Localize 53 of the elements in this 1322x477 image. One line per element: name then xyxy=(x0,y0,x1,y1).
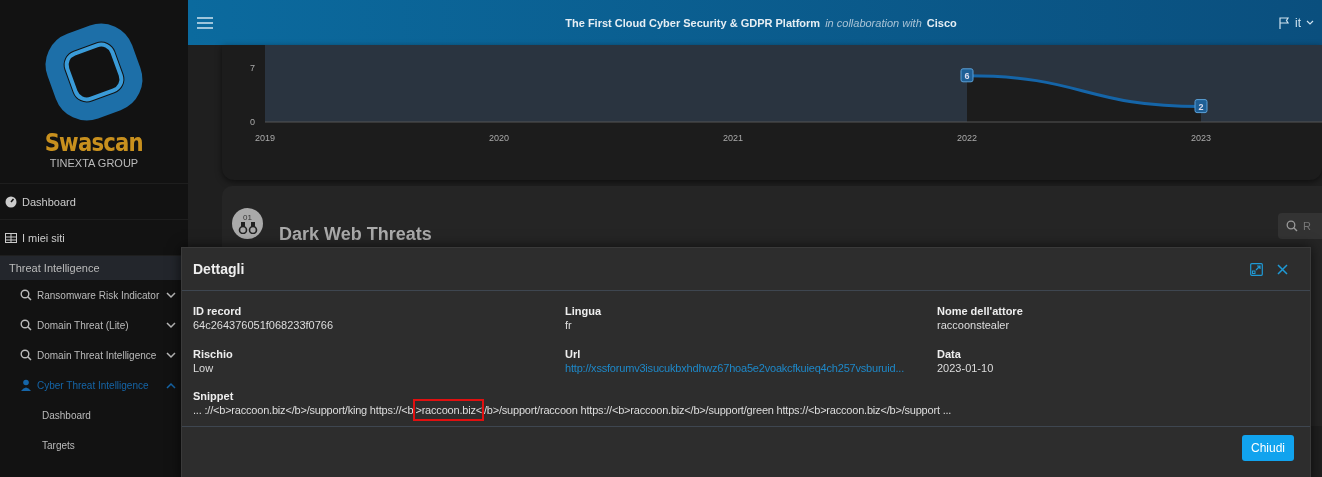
chevron-icon xyxy=(166,351,176,359)
user-icon xyxy=(20,379,32,391)
data-label: 6 xyxy=(964,70,970,81)
close-icon[interactable] xyxy=(1277,263,1288,275)
field-value: Low xyxy=(193,360,215,376)
grid-icon xyxy=(5,232,17,243)
section-title: Dark Web Threats xyxy=(279,224,433,245)
field-value: raccoonstealer xyxy=(937,318,1011,333)
search-icon xyxy=(20,289,32,301)
field-label: Lingua xyxy=(565,304,603,319)
partner-name: Cisco xyxy=(926,16,957,29)
chevron-icon xyxy=(166,381,176,389)
x-tick-label: 2022 xyxy=(957,133,977,143)
y-tick-label: 7 xyxy=(250,63,255,74)
sidebar-item[interactable]: Ransomware Risk Indicator xyxy=(0,280,188,310)
field-label: Nome dell'attore xyxy=(937,304,1024,319)
logo-subtitle: TINEXTA GROUP xyxy=(49,157,139,169)
field-label: Url xyxy=(565,346,582,361)
x-tick-label: 2019 xyxy=(255,133,275,143)
chevron-icon xyxy=(1306,20,1314,25)
field-label: Snippet xyxy=(193,389,235,404)
field-label: Rischio xyxy=(193,346,234,361)
y-tick-label: 0 xyxy=(250,117,255,127)
x-tick-label: 2020 xyxy=(489,133,509,143)
search-icon xyxy=(20,319,32,331)
x-tick-label: 2023 xyxy=(1191,133,1211,143)
x-tick-label: 2021 xyxy=(723,133,743,143)
chevron-icon xyxy=(166,291,176,299)
field-label: Data xyxy=(937,346,962,361)
logo-name: Swascan xyxy=(45,128,143,157)
menu-icon[interactable] xyxy=(197,16,213,29)
flag-icon xyxy=(1279,16,1290,29)
url-link[interactable]: http://xssforumv3isucukbxhdhwz67hoa5e2voakcfkuieq4ch257vsburuid... xyxy=(565,360,937,376)
collaboration-text: in collaboration with xyxy=(825,16,922,29)
field-value: 2023-01-10 xyxy=(937,360,995,376)
chevron-icon xyxy=(166,321,176,329)
search-icon xyxy=(1286,219,1298,232)
binoculars-icon: 01 xyxy=(232,208,263,239)
expand-icon[interactable] xyxy=(1250,262,1263,276)
field-label: ID record xyxy=(193,304,243,319)
sidebar-item[interactable]: Domain Threat (Lite) xyxy=(0,310,188,340)
data-label: 6 xyxy=(960,68,974,83)
search-icon xyxy=(20,349,32,361)
field-value: 64c264376051f068233f0766 xyxy=(193,318,335,333)
sidebar-item[interactable]: Domain Threat Intelligence xyxy=(0,340,188,370)
data-label: 2 xyxy=(1198,101,1204,112)
platform-title: The First Cloud Cyber Security & GDPR Platform xyxy=(565,16,821,29)
field-value: fr xyxy=(565,318,573,333)
data-label: 2 xyxy=(1194,99,1208,114)
search-field[interactable]: R xyxy=(1278,212,1322,239)
gauge-icon xyxy=(5,195,17,208)
language-selector[interactable]: it xyxy=(1279,15,1314,30)
dialog-title: Dettagli xyxy=(193,261,246,277)
